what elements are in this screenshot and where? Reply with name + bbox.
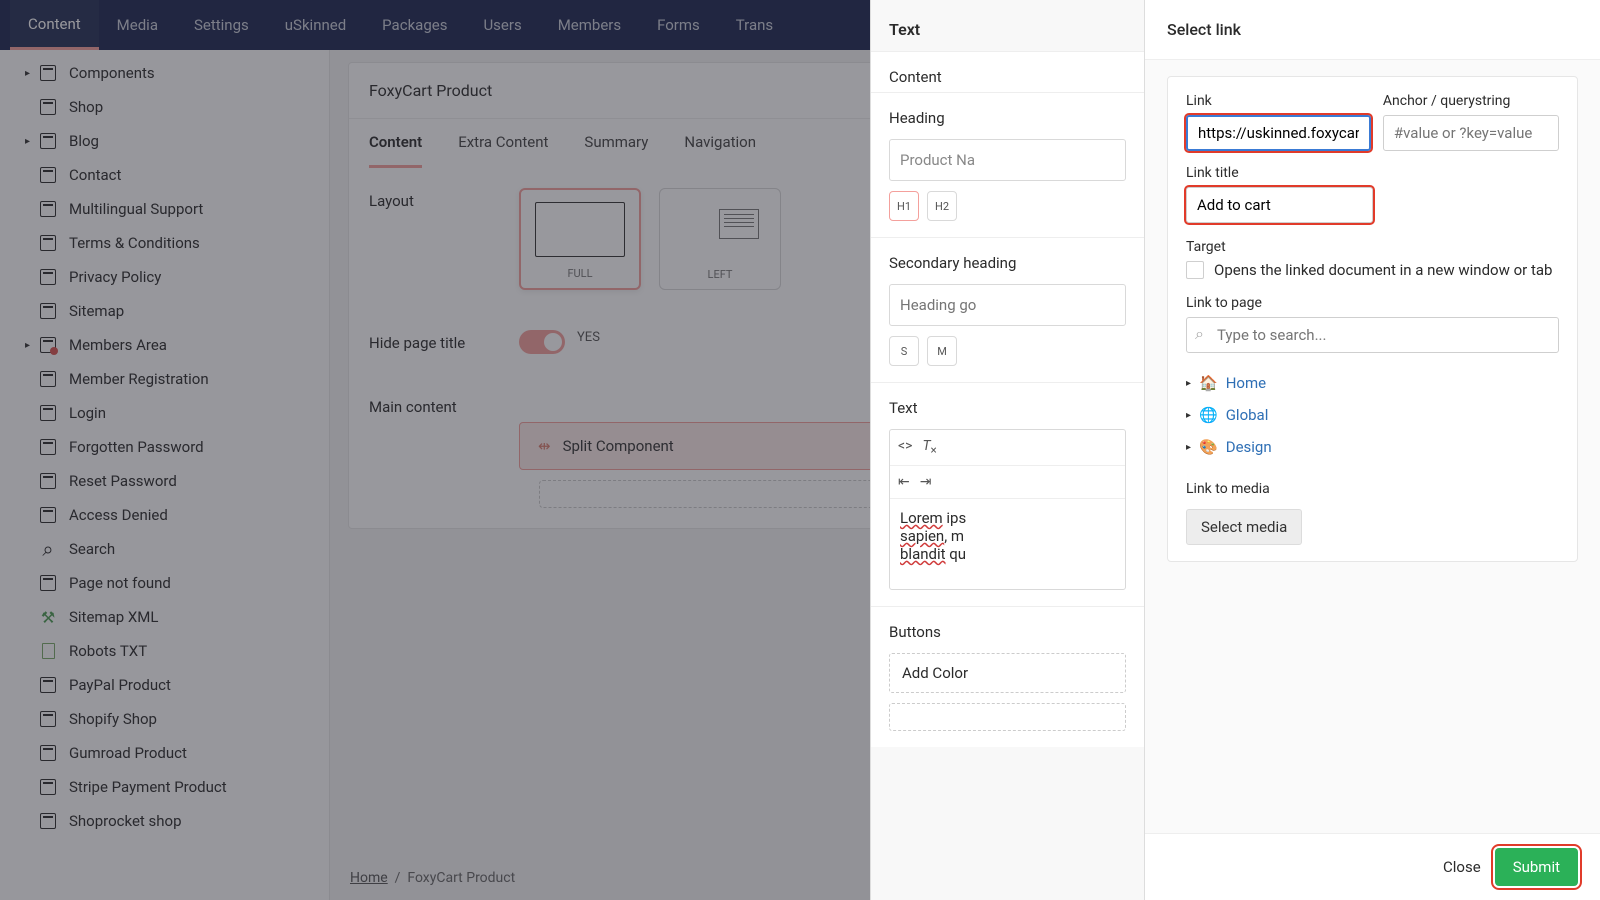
anchor-label: Anchor / querystring	[1383, 93, 1559, 109]
link-url-input[interactable]	[1186, 115, 1371, 151]
rte-indent-icon[interactable]: ⇥	[920, 474, 932, 490]
close-button[interactable]: Close	[1443, 858, 1481, 876]
add-button-placeholder[interactable]	[889, 703, 1126, 731]
target-desc: Opens the linked document in a new windo…	[1214, 261, 1552, 279]
page-node-global[interactable]: ▸🌐Global	[1186, 399, 1559, 431]
h2-button[interactable]: H2	[927, 191, 957, 221]
text-label: Text	[871, 383, 1144, 423]
size-m[interactable]: M	[927, 336, 957, 366]
page-node-design[interactable]: ▸🎨Design	[1186, 431, 1559, 463]
select-link-title: Select link	[1145, 0, 1600, 60]
target-checkbox[interactable]	[1186, 261, 1204, 279]
rte-clear-icon[interactable]: T×	[922, 438, 936, 457]
h1-button[interactable]: H1	[889, 191, 919, 221]
rte-body[interactable]: Lorem ipssapien, mblandit qu	[890, 499, 1125, 589]
rte-outdent-icon[interactable]: ⇤	[898, 474, 910, 490]
rich-text-editor[interactable]: <> T× ⇤ ⇥ Lorem ipssapien, mblandit qu	[889, 429, 1126, 590]
submit-button[interactable]: Submit	[1495, 848, 1578, 886]
rte-code-icon[interactable]: <>	[898, 438, 912, 457]
home-icon: 🏠	[1199, 374, 1218, 392]
page-search-input[interactable]	[1186, 317, 1559, 353]
add-color-button[interactable]: Add Color	[889, 653, 1126, 693]
size-s[interactable]: S	[889, 336, 919, 366]
secondary-heading-input[interactable]	[889, 284, 1126, 326]
select-media-button[interactable]: Select media	[1186, 509, 1302, 545]
link-to-media-label: Link to media	[1186, 481, 1559, 497]
secondary-heading-label: Secondary heading	[871, 238, 1144, 278]
paint-icon: 🎨	[1199, 438, 1218, 456]
link-title-input[interactable]	[1186, 187, 1373, 223]
globe-icon: 🌐	[1199, 406, 1218, 424]
page-node-home[interactable]: ▸🏠Home	[1186, 367, 1559, 399]
anchor-input[interactable]	[1383, 115, 1559, 151]
link-to-page-label: Link to page	[1186, 295, 1559, 311]
panel-title: Text	[871, 0, 1144, 51]
buttons-label: Buttons	[871, 607, 1144, 647]
link-url-label: Link	[1186, 93, 1371, 109]
target-label: Target	[1186, 239, 1559, 255]
heading-input[interactable]	[889, 139, 1126, 181]
link-title-label: Link title	[1186, 165, 1559, 181]
text-component-panel: Text Content Heading H1 H2 Secondary hea…	[870, 0, 1144, 900]
content-section-label: Content	[871, 52, 1144, 92]
heading-label: Heading	[871, 93, 1144, 133]
select-link-panel: Select link Link Anchor / querystring Li…	[1144, 0, 1600, 900]
